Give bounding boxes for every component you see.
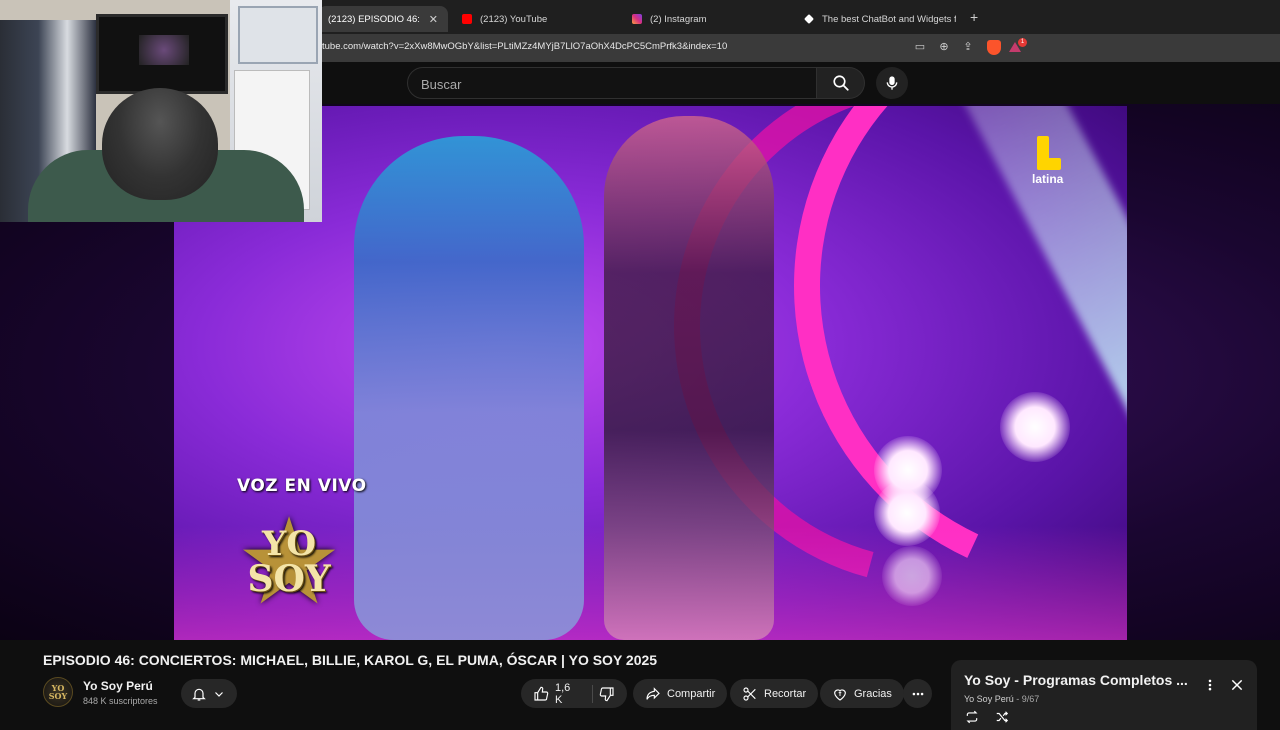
thumbs-up-icon[interactable] xyxy=(533,686,549,702)
scissors-icon xyxy=(743,686,756,701)
stage-light xyxy=(874,480,940,546)
thumbs-down-icon[interactable] xyxy=(599,686,615,702)
playlist-title[interactable]: Yo Soy - Programas Completos ... xyxy=(964,672,1188,688)
share-page-icon[interactable]: ⇪ xyxy=(961,40,975,54)
youtube-favicon-icon xyxy=(462,14,472,24)
tab-label: (2123) EPISODIO 46: CONCIERTOS xyxy=(328,13,421,25)
latina-logo-icon xyxy=(1037,136,1061,170)
close-icon[interactable] xyxy=(1229,677,1245,693)
share-arrow-icon xyxy=(646,686,660,700)
search-button[interactable] xyxy=(817,67,865,99)
zoom-icon[interactable]: ⊕ xyxy=(937,40,951,54)
voice-search-button[interactable] xyxy=(876,67,908,99)
notification-badge: 1 xyxy=(1018,38,1027,47)
channel-name[interactable]: Yo Soy Perú xyxy=(83,679,153,693)
like-count[interactable]: 1,6 K xyxy=(555,682,578,706)
latina-logo-text: latina xyxy=(1032,172,1064,186)
channel-avatar[interactable]: YO SOY xyxy=(43,677,73,707)
bell-icon xyxy=(192,688,206,701)
search-input[interactable] xyxy=(421,74,801,94)
more-vertical-icon[interactable] xyxy=(1203,677,1217,693)
tab-label: (2) Instagram xyxy=(650,13,707,25)
tab-instagram[interactable]: (2) Instagram xyxy=(622,6,792,32)
clip-button[interactable]: Recortar xyxy=(730,679,819,708)
playlist-owner-line: Yo Soy Perú - 9/67 xyxy=(964,694,1039,704)
super-thanks-icon xyxy=(834,688,846,701)
live-voice-caption: VOZ EN VIVO xyxy=(237,476,367,496)
playlist-owner[interactable]: Yo Soy Perú xyxy=(964,694,1014,704)
like-divider xyxy=(592,684,593,703)
clip-label: Recortar xyxy=(764,687,807,700)
thanks-button[interactable]: Gracias xyxy=(820,679,904,708)
playlist-controls xyxy=(964,710,1010,724)
url-field[interactable]: tube.com/watch?v=2xXw8MwOGbY&list=PLtiMZ… xyxy=(322,41,727,52)
search-box xyxy=(407,67,817,99)
stage-light xyxy=(1000,392,1070,462)
new-tab-plus-icon[interactable]: + xyxy=(970,9,978,25)
webcam-person-head xyxy=(102,88,218,200)
tab-label: The best ChatBot and Widgets for Ki xyxy=(822,13,956,25)
playlist-position: - 9/67 xyxy=(1016,694,1040,704)
subscriber-count: 848 K suscriptores xyxy=(83,696,158,706)
yo-soy-logo: ★ YO SOY xyxy=(226,502,352,622)
tab-youtube[interactable]: (2123) YouTube xyxy=(452,6,622,32)
search-icon xyxy=(832,75,849,91)
singer-figure xyxy=(354,136,584,640)
latina-logo: latina xyxy=(1032,136,1082,196)
shuffle-icon[interactable] xyxy=(994,710,1010,724)
share-label: Compartir xyxy=(667,687,716,700)
webcam-shelf xyxy=(238,6,318,64)
video-title: EPISODIO 46: CONCIERTOS: MICHAEL, BILLIE… xyxy=(43,652,658,668)
microphone-icon xyxy=(886,76,898,90)
cast-icon[interactable]: ▭ xyxy=(913,40,927,54)
webcam-monitor xyxy=(96,14,228,94)
stage-light xyxy=(882,546,942,606)
instagram-favicon-icon xyxy=(632,14,642,24)
diamond-favicon-icon xyxy=(804,14,814,24)
tab-label: (2123) YouTube xyxy=(480,13,548,25)
subscription-bell-button[interactable] xyxy=(181,679,237,708)
thanks-label: Gracias xyxy=(854,687,892,700)
brave-shield-icon[interactable] xyxy=(987,40,1001,55)
loop-icon[interactable] xyxy=(964,710,980,724)
share-button[interactable]: Compartir xyxy=(633,679,728,708)
tab-close-icon[interactable]: ✕ xyxy=(429,13,438,26)
webcam-overlay xyxy=(0,0,322,222)
more-actions-button[interactable] xyxy=(903,679,932,708)
dancer-figure xyxy=(604,116,774,640)
more-horizontal-icon xyxy=(912,692,923,695)
like-dislike-group: 1,6 K xyxy=(521,679,627,708)
tab-current-video[interactable]: (2123) EPISODIO 46: CONCIERTOS ✕ xyxy=(318,6,448,32)
chevron-down-icon xyxy=(215,691,223,697)
tab-chatbot[interactable]: The best ChatBot and Widgets for Ki xyxy=(794,6,956,32)
logo-word-soy: SOY xyxy=(247,558,331,600)
